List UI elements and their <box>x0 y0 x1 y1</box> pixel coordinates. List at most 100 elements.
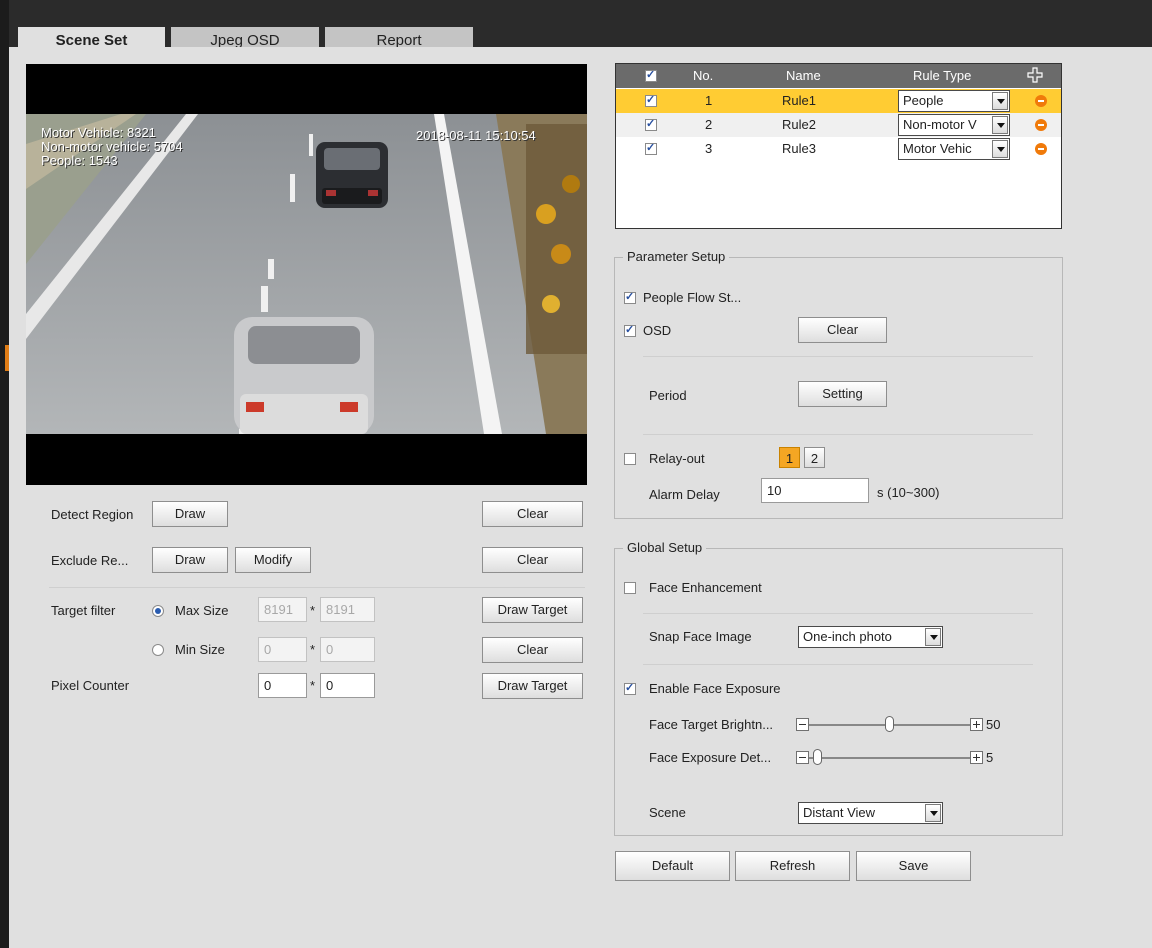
max-size-width-input[interactable]: 8191 <box>258 597 307 622</box>
relay-out-label: Relay-out <box>649 451 705 466</box>
chevron-down-icon <box>992 92 1008 110</box>
period-label: Period <box>649 388 687 403</box>
times-sign: * <box>310 678 316 693</box>
select-all-checkbox[interactable] <box>645 68 657 82</box>
times-sign: * <box>310 603 316 618</box>
osd-label: OSD <box>643 323 672 338</box>
scene-select[interactable]: Distant View <box>798 802 943 824</box>
parameter-setup-title: Parameter Setup <box>623 249 730 264</box>
alarm-delay-label: Alarm Delay <box>649 487 720 502</box>
video-preview[interactable]: Motor Vehicle: 8321 Non-motor vehicle: 5… <box>26 64 587 485</box>
car-bottom-image <box>234 317 374 434</box>
rule-row-no: 2 <box>705 117 713 132</box>
exclude-region-label: Exclude Re... <box>51 553 129 568</box>
min-size-height-input[interactable]: 0 <box>320 637 375 662</box>
exposure-det-slider-track[interactable] <box>809 757 970 759</box>
brightness-increase-icon[interactable] <box>970 718 983 731</box>
min-size-radio[interactable] <box>152 644 164 656</box>
remove-rule-icon[interactable] <box>1035 143 1047 155</box>
rule-row[interactable]: 2 Rule2 Non-motor V <box>616 113 1061 137</box>
face-enhancement-checkbox[interactable] <box>624 582 636 594</box>
brightness-slider-thumb[interactable] <box>885 716 894 732</box>
target-filter-clear-button[interactable]: Clear <box>482 637 583 663</box>
pixel-counter-label: Pixel Counter <box>51 678 130 693</box>
snap-face-image-value: One-inch photo <box>803 629 892 644</box>
max-size-label: Max Size <box>175 603 229 618</box>
refresh-button[interactable]: Refresh <box>735 851 850 881</box>
osd-motor-vehicle: Motor Vehicle: 8321 <box>41 125 156 140</box>
min-size-width-input[interactable]: 0 <box>258 637 307 662</box>
alarm-delay-input[interactable]: 10 <box>761 478 869 503</box>
exclude-region-modify-button[interactable]: Modify <box>235 547 311 573</box>
parameter-setup-group: Parameter Setup People Flow St... OSD Cl… <box>614 249 1063 519</box>
max-size-radio[interactable] <box>152 605 164 617</box>
left-edge-bar <box>0 0 9 948</box>
rule-type-value: Non-motor V <box>903 117 977 132</box>
chevron-down-icon <box>992 140 1008 158</box>
rule-type-value: People <box>903 93 944 108</box>
snap-face-image-select[interactable]: One-inch photo <box>798 626 943 648</box>
exclude-region-draw-button[interactable]: Draw <box>152 547 228 573</box>
remove-rule-icon[interactable] <box>1035 95 1047 107</box>
rule-type-select[interactable]: Non-motor V <box>898 114 1010 136</box>
rule-row-checkbox[interactable] <box>645 141 657 155</box>
people-flow-checkbox[interactable] <box>624 290 636 304</box>
min-size-label: Min Size <box>175 642 225 657</box>
exposure-det-value: 5 <box>986 750 994 765</box>
rule-row-no: 3 <box>705 141 713 156</box>
pixel-counter-width-input[interactable]: 0 <box>258 673 307 698</box>
relay-1-button[interactable]: 1 <box>779 447 800 468</box>
rule-type-value: Motor Vehic <box>903 141 972 156</box>
brightness-value: 50 <box>986 717 1001 732</box>
divider <box>643 664 1033 665</box>
pixel-counter-height-input[interactable]: 0 <box>320 673 375 698</box>
relay-out-checkbox[interactable] <box>624 453 636 465</box>
tab-bar: Scene Set Jpeg OSD Report <box>9 7 1152 55</box>
exposure-det-increase-icon[interactable] <box>970 751 983 764</box>
video-timestamp: 2018-08-11 15:10:54 <box>416 128 536 143</box>
chevron-down-icon <box>992 116 1008 134</box>
draw-target-button[interactable]: Draw Target <box>482 597 583 623</box>
remove-rule-icon[interactable] <box>1035 119 1047 131</box>
rule-row-name: Rule3 <box>782 141 816 156</box>
detect-region-clear-button[interactable]: Clear <box>482 501 583 527</box>
scene-value: Distant View <box>803 805 876 820</box>
max-size-height-input[interactable]: 8191 <box>320 597 375 622</box>
enable-face-exposure-checkbox[interactable] <box>624 681 636 695</box>
osd-non-motor-vehicle: Non-motor vehicle: 5704 <box>41 139 183 154</box>
period-setting-button[interactable]: Setting <box>798 381 887 407</box>
chevron-down-icon <box>925 628 941 646</box>
exposure-det-slider-thumb[interactable] <box>813 749 822 765</box>
add-rule-icon[interactable] <box>1027 67 1043 83</box>
default-button[interactable]: Default <box>615 851 730 881</box>
rule-row-checkbox[interactable] <box>645 93 657 107</box>
rule-row[interactable]: 1 Rule1 People <box>616 89 1061 113</box>
osd-clear-button[interactable]: Clear <box>798 317 887 343</box>
rule-row-no: 1 <box>705 93 713 108</box>
times-sign: * <box>310 642 316 657</box>
alarm-delay-range: s (10~300) <box>877 485 940 500</box>
osd-checkbox[interactable] <box>624 323 636 337</box>
face-enhancement-label: Face Enhancement <box>649 580 762 595</box>
divider <box>643 613 1033 614</box>
exclude-region-clear-button[interactable]: Clear <box>482 547 583 573</box>
rule-row-checkbox[interactable] <box>645 117 657 131</box>
header-no: No. <box>693 68 714 83</box>
header-name: Name <box>786 68 821 83</box>
detect-region-draw-button[interactable]: Draw <box>152 501 228 527</box>
rules-table-header: No. Name Rule Type <box>616 64 1061 88</box>
brightness-decrease-icon[interactable] <box>796 718 809 731</box>
pixel-counter-draw-target-button[interactable]: Draw Target <box>482 673 583 699</box>
global-setup-group: Global Setup Face Enhancement Snap Face … <box>614 540 1063 836</box>
divider <box>49 587 585 588</box>
rule-row[interactable]: 3 Rule3 Motor Vehic <box>616 137 1061 161</box>
rule-type-select[interactable]: Motor Vehic <box>898 138 1010 160</box>
save-button[interactable]: Save <box>856 851 971 881</box>
rule-row-name: Rule2 <box>782 117 816 132</box>
global-setup-title: Global Setup <box>623 540 707 555</box>
exposure-det-decrease-icon[interactable] <box>796 751 809 764</box>
main-content: Motor Vehicle: 8321 Non-motor vehicle: 5… <box>9 47 1152 948</box>
rule-type-select[interactable]: People <box>898 90 1010 112</box>
header-rule-type: Rule Type <box>913 68 972 83</box>
relay-2-button[interactable]: 2 <box>804 447 825 468</box>
